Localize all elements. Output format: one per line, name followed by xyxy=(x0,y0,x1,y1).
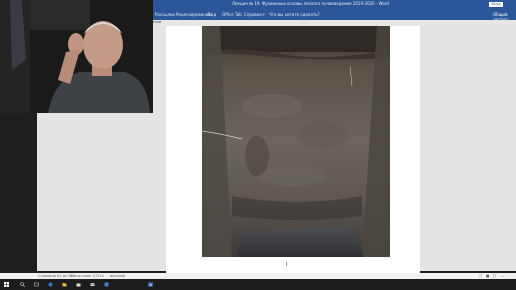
mail-icon[interactable] xyxy=(90,282,95,287)
tab-office-tab[interactable]: Office Tab xyxy=(222,12,242,17)
tab-help[interactable]: Справка xyxy=(244,12,262,17)
zoom-slider[interactable]: — xyxy=(501,274,505,278)
window-title: Лекция № 19. Фузионные основы лесного по… xyxy=(232,1,389,6)
search-icon[interactable] xyxy=(20,282,25,287)
photos-icon[interactable] xyxy=(104,282,109,287)
webcam-overlay xyxy=(0,0,153,113)
tell-me-search[interactable]: Что вы хотите сделать? xyxy=(269,12,320,17)
tab-mailings[interactable]: Рассылки xyxy=(155,12,175,17)
edge-icon[interactable] xyxy=(48,282,53,287)
print-layout-icon[interactable]: ■ xyxy=(486,274,489,278)
task-view-icon[interactable] xyxy=(34,282,39,287)
web-layout-icon[interactable]: □ xyxy=(493,274,496,278)
presenter-video xyxy=(0,0,153,113)
windows-start-icon[interactable] xyxy=(4,282,9,287)
tab-view[interactable]: Вид xyxy=(208,12,216,17)
text-cursor-icon: I xyxy=(286,262,288,268)
left-panel xyxy=(0,113,37,273)
word-icon[interactable]: W xyxy=(148,282,153,287)
file-explorer-icon[interactable] xyxy=(62,282,67,287)
word-count[interactable]: Число слов: 17224 xyxy=(70,274,104,278)
language-indicator[interactable]: русский xyxy=(110,274,125,278)
tab-review[interactable]: Рецензирование xyxy=(176,12,211,17)
tell-me-icon[interactable]: ⚲ xyxy=(262,12,265,17)
taskbar: W xyxy=(0,279,516,290)
soil-profile-photo xyxy=(202,26,390,257)
soil-pit-image xyxy=(202,26,390,257)
sign-in-button[interactable]: Вход xyxy=(489,2,503,7)
read-mode-icon[interactable]: □ xyxy=(479,274,482,278)
store-icon[interactable] xyxy=(76,282,81,287)
